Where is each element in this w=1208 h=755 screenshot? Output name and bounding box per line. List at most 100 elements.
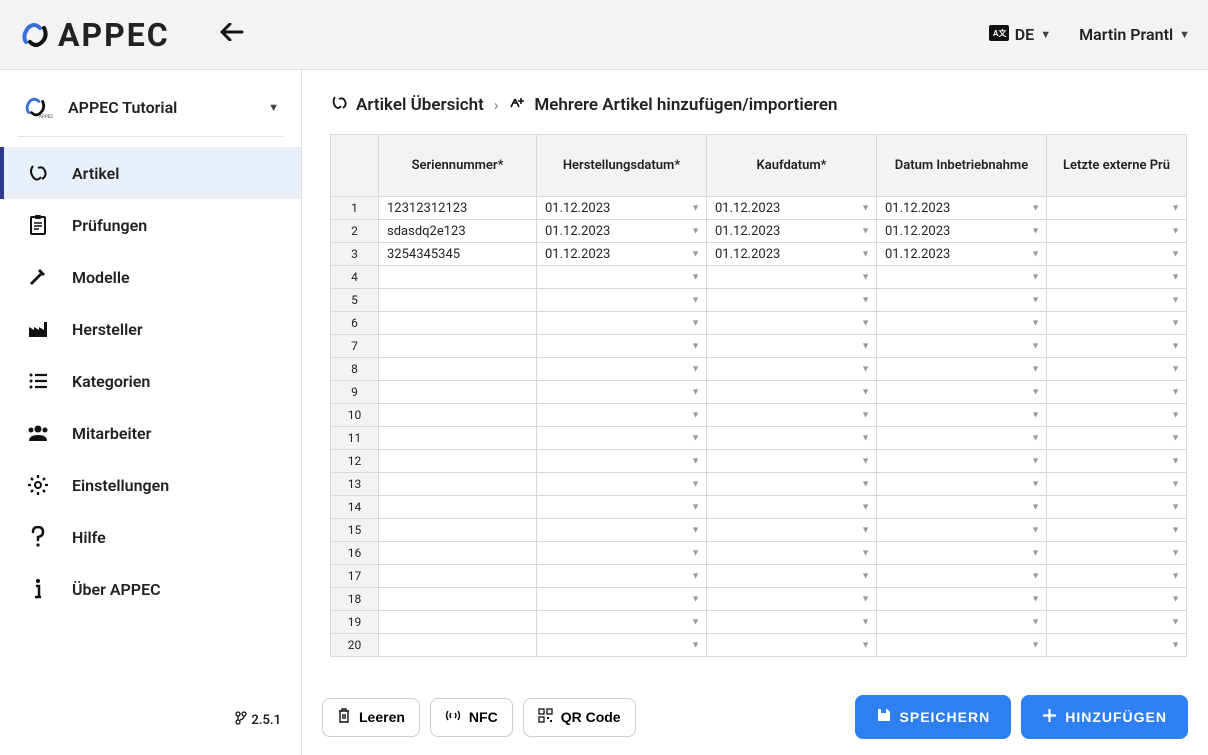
cell-buy[interactable]: ▼ [707, 588, 877, 611]
cell-start[interactable]: 01.12.2023▼ [877, 220, 1047, 243]
qr-button[interactable]: QR Code [523, 698, 636, 737]
sidebar-item-artikel[interactable]: Artikel [0, 147, 301, 199]
cell-serial[interactable] [379, 565, 537, 588]
cell-serial[interactable] [379, 427, 537, 450]
cell-buy[interactable]: ▼ [707, 634, 877, 657]
cell-buy[interactable]: ▼ [707, 266, 877, 289]
cell-last-ext[interactable]: ▼ [1047, 335, 1187, 358]
cell-buy[interactable]: ▼ [707, 381, 877, 404]
cell-mfg[interactable]: ▼ [537, 473, 707, 496]
cell-last-ext[interactable]: ▼ [1047, 404, 1187, 427]
cell-start[interactable]: ▼ [877, 565, 1047, 588]
col-header-last-ext[interactable]: Letzte externe Prü [1047, 135, 1187, 197]
cell-last-ext[interactable]: ▼ [1047, 565, 1187, 588]
cell-start[interactable]: ▼ [877, 381, 1047, 404]
cell-serial[interactable] [379, 289, 537, 312]
tenant-selector[interactable]: APPEC APPEC Tutorial ▼ [0, 84, 301, 136]
cell-serial[interactable] [379, 381, 537, 404]
sidebar-item-hilfe[interactable]: Hilfe [0, 511, 301, 563]
cell-last-ext[interactable]: ▼ [1047, 312, 1187, 335]
cell-serial[interactable] [379, 496, 537, 519]
cell-serial[interactable]: 12312312123 [379, 197, 537, 220]
cell-last-ext[interactable]: ▼ [1047, 634, 1187, 657]
cell-start[interactable]: ▼ [877, 473, 1047, 496]
cell-mfg[interactable]: ▼ [537, 289, 707, 312]
cell-mfg[interactable]: ▼ [537, 266, 707, 289]
cell-buy[interactable]: ▼ [707, 565, 877, 588]
cell-start[interactable]: ▼ [877, 496, 1047, 519]
cell-buy[interactable]: ▼ [707, 404, 877, 427]
cell-buy[interactable]: ▼ [707, 335, 877, 358]
cell-serial[interactable] [379, 542, 537, 565]
user-menu[interactable]: Martin Prantl ▼ [1079, 25, 1190, 44]
cell-buy[interactable]: ▼ [707, 312, 877, 335]
cell-buy[interactable]: ▼ [707, 473, 877, 496]
sidebar-item-kategorien[interactable]: Kategorien [0, 355, 301, 407]
cell-serial[interactable] [379, 266, 537, 289]
back-button[interactable] [220, 22, 244, 47]
cell-mfg[interactable]: 01.12.2023▼ [537, 197, 707, 220]
add-button[interactable]: HINZUFÜGEN [1021, 695, 1188, 739]
cell-buy[interactable]: 01.12.2023▼ [707, 197, 877, 220]
cell-last-ext[interactable]: ▼ [1047, 496, 1187, 519]
breadcrumb-item-overview[interactable]: Artikel Übersicht [330, 94, 484, 116]
cell-serial[interactable] [379, 588, 537, 611]
col-header-serial[interactable]: Seriennummer* [379, 135, 537, 197]
table-wrap[interactable]: Seriennummer* Herstellungsdatum* Kaufdat… [302, 134, 1208, 681]
cell-mfg[interactable]: ▼ [537, 427, 707, 450]
cell-buy[interactable]: ▼ [707, 358, 877, 381]
col-header-start[interactable]: Datum Inbetriebnahme [877, 135, 1047, 197]
col-header-mfg[interactable]: Herstellungsdatum* [537, 135, 707, 197]
cell-serial[interactable] [379, 450, 537, 473]
cell-start[interactable]: 01.12.2023▼ [877, 197, 1047, 220]
cell-mfg[interactable]: ▼ [537, 404, 707, 427]
cell-last-ext[interactable]: ▼ [1047, 427, 1187, 450]
cell-buy[interactable]: 01.12.2023▼ [707, 243, 877, 266]
cell-last-ext[interactable]: ▼ [1047, 243, 1187, 266]
cell-last-ext[interactable]: ▼ [1047, 450, 1187, 473]
clear-button[interactable]: Leeren [322, 698, 420, 737]
cell-start[interactable]: ▼ [877, 519, 1047, 542]
cell-last-ext[interactable]: ▼ [1047, 289, 1187, 312]
cell-mfg[interactable]: ▼ [537, 312, 707, 335]
cell-mfg[interactable]: ▼ [537, 381, 707, 404]
cell-mfg[interactable]: ▼ [537, 542, 707, 565]
cell-mfg[interactable]: ▼ [537, 634, 707, 657]
cell-serial[interactable]: 3254345345 [379, 243, 537, 266]
cell-buy[interactable]: 01.12.2023▼ [707, 220, 877, 243]
cell-mfg[interactable]: ▼ [537, 496, 707, 519]
cell-start[interactable]: ▼ [877, 358, 1047, 381]
save-button[interactable]: SPEICHERN [855, 695, 1012, 739]
cell-serial[interactable] [379, 358, 537, 381]
cell-serial[interactable] [379, 611, 537, 634]
sidebar-item-einstellungen[interactable]: Einstellungen [0, 459, 301, 511]
cell-start[interactable]: ▼ [877, 335, 1047, 358]
cell-buy[interactable]: ▼ [707, 289, 877, 312]
cell-buy[interactable]: ▼ [707, 427, 877, 450]
sidebar-item-ber-appec[interactable]: Über APPEC [0, 563, 301, 615]
nfc-button[interactable]: NFC [430, 698, 513, 737]
cell-mfg[interactable]: ▼ [537, 450, 707, 473]
cell-start[interactable]: ▼ [877, 312, 1047, 335]
cell-mfg[interactable]: 01.12.2023▼ [537, 243, 707, 266]
sidebar-item-modelle[interactable]: Modelle [0, 251, 301, 303]
cell-start[interactable]: ▼ [877, 289, 1047, 312]
cell-buy[interactable]: ▼ [707, 496, 877, 519]
cell-last-ext[interactable]: ▼ [1047, 588, 1187, 611]
cell-mfg[interactable]: ▼ [537, 588, 707, 611]
cell-mfg[interactable]: ▼ [537, 565, 707, 588]
cell-start[interactable]: ▼ [877, 427, 1047, 450]
cell-mfg[interactable]: ▼ [537, 358, 707, 381]
cell-last-ext[interactable]: ▼ [1047, 266, 1187, 289]
cell-serial[interactable] [379, 634, 537, 657]
cell-buy[interactable]: ▼ [707, 450, 877, 473]
cell-mfg[interactable]: 01.12.2023▼ [537, 220, 707, 243]
cell-start[interactable]: 01.12.2023▼ [877, 243, 1047, 266]
cell-serial[interactable] [379, 335, 537, 358]
cell-start[interactable]: ▼ [877, 542, 1047, 565]
cell-buy[interactable]: ▼ [707, 542, 877, 565]
cell-last-ext[interactable]: ▼ [1047, 197, 1187, 220]
cell-start[interactable]: ▼ [877, 404, 1047, 427]
cell-serial[interactable]: sdasdq2e123 [379, 220, 537, 243]
cell-last-ext[interactable]: ▼ [1047, 519, 1187, 542]
